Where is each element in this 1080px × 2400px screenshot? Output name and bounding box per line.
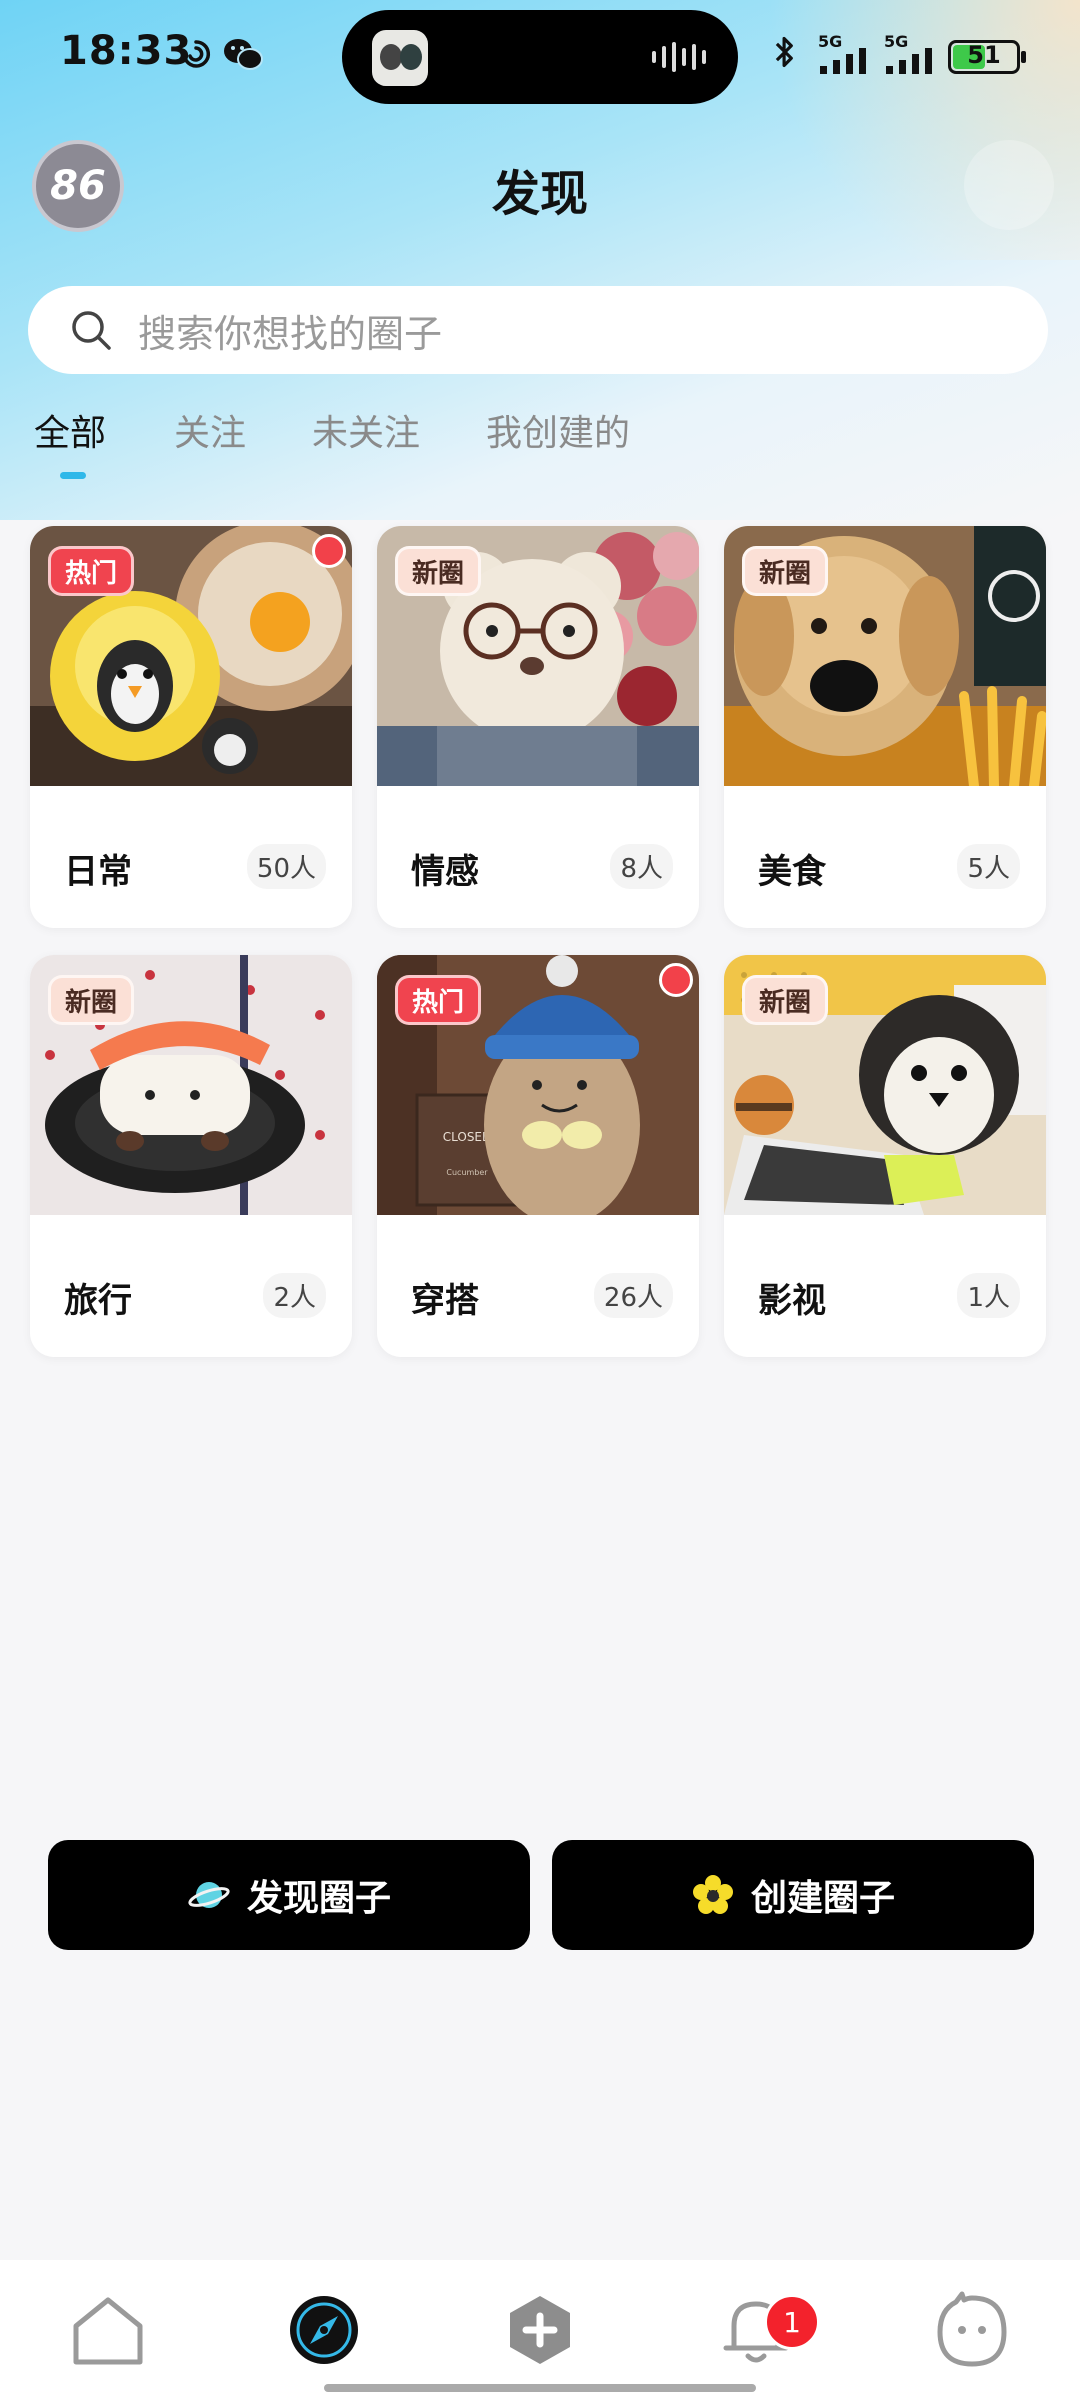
member-count: 50人 xyxy=(246,844,326,889)
member-count: 1人 xyxy=(957,1273,1020,1318)
tab-all[interactable]: 全部 xyxy=(34,404,106,456)
circle-name: 情感 xyxy=(411,852,479,892)
spiral-icon xyxy=(183,40,211,68)
circle-name: 影视 xyxy=(758,1281,826,1321)
hot-badge: 热门 xyxy=(395,975,482,1025)
home-indicator-bar[interactable] xyxy=(324,2384,756,2392)
battery-indicator: 51 xyxy=(948,40,1026,74)
tab-my-created[interactable]: 我创建的 xyxy=(486,404,630,456)
circle-name: 旅行 xyxy=(64,1281,132,1321)
circle-card-travel[interactable]: 新圈 旅行 2人 xyxy=(30,955,352,1357)
dynamic-island xyxy=(342,10,738,104)
discover-circles-label: 发现圈子 xyxy=(246,1878,391,1919)
circle-card-emotion[interactable]: 新圈 情感 8人 xyxy=(377,526,699,928)
create-circle-label: 创建圈子 xyxy=(750,1878,895,1919)
circle-name: 美食 xyxy=(758,852,826,892)
new-badge: 新圈 xyxy=(742,546,829,596)
new-badge: 新圈 xyxy=(48,975,135,1025)
audio-wave-icon xyxy=(652,42,706,72)
tab-active-indicator xyxy=(60,472,86,479)
circle-card-film[interactable]: 新圈 影视 1人 xyxy=(724,955,1046,1357)
member-count: 26人 xyxy=(593,1273,673,1318)
status-bar: 18:33 5G 5G 51 xyxy=(0,0,1080,110)
discover-circles-button[interactable]: 发现圈子 xyxy=(48,1840,530,1950)
member-count: 8人 xyxy=(610,844,673,889)
planet-icon xyxy=(188,1882,230,1908)
profile-face-icon[interactable] xyxy=(932,2290,1012,2370)
circle-name: 日常 xyxy=(64,852,132,892)
bluetooth-icon xyxy=(775,36,793,68)
search-input[interactable]: 搜索你想找的圈子 xyxy=(28,286,1048,374)
closed-sign-subtext: Cucumber xyxy=(446,1168,488,1177)
camera-app-icon xyxy=(372,30,428,86)
search-icon xyxy=(72,311,111,350)
wechat-icon xyxy=(224,39,263,70)
circle-card-daily[interactable]: 热门 日常 50人 xyxy=(30,526,352,928)
flower-icon xyxy=(692,1875,733,1914)
circle-name: 穿搭 xyxy=(411,1281,479,1321)
circle-card-food[interactable]: 新圈 美食 5人 xyxy=(724,526,1046,928)
top-right-button[interactable] xyxy=(964,140,1054,230)
hot-badge: 热门 xyxy=(48,546,135,596)
tab-not-following[interactable]: 未关注 xyxy=(312,404,420,456)
unread-dot xyxy=(312,534,346,568)
member-count: 2人 xyxy=(263,1273,326,1318)
notification-count-badge: 1 xyxy=(764,2294,820,2350)
discover-compass-icon[interactable] xyxy=(284,2290,364,2370)
closed-sign-text: CLOSED xyxy=(443,1130,492,1144)
create-circle-button[interactable]: 创建圈子 xyxy=(552,1840,1034,1950)
new-badge: 新圈 xyxy=(395,546,482,596)
signal-icon-2 xyxy=(886,48,932,74)
page-title: 发现 xyxy=(491,166,588,222)
member-count: 5人 xyxy=(957,844,1020,889)
signal-icon-1 xyxy=(820,48,866,74)
battery-level: 51 xyxy=(967,41,1001,69)
status-time: 18:33 xyxy=(60,28,193,74)
search-placeholder: 搜索你想找的圈子 xyxy=(138,311,443,356)
circle-card-outfit[interactable]: CLOSED Cucumber 热门 穿搭 26人 xyxy=(377,955,699,1357)
bottom-nav xyxy=(0,2260,1080,2400)
add-icon[interactable] xyxy=(500,2290,580,2370)
tab-following[interactable]: 关注 xyxy=(174,404,246,456)
new-badge: 新圈 xyxy=(742,975,829,1025)
unread-dot xyxy=(659,963,693,997)
home-icon[interactable] xyxy=(68,2290,148,2370)
